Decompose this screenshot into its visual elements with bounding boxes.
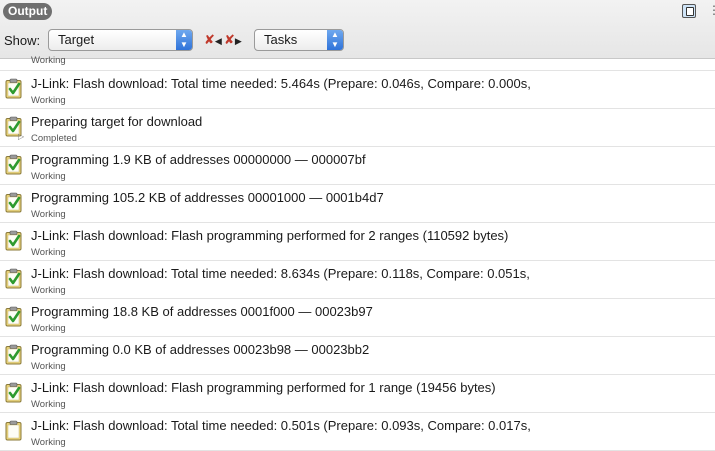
row-status: Working: [31, 437, 66, 448]
row-status: Working: [31, 209, 66, 220]
list-item[interactable]: J-Link: Flash download: Total time neede…: [0, 261, 715, 299]
clipboard-check-icon: [5, 78, 22, 99]
clipboard-check-icon: [5, 306, 22, 327]
row-title: Programming 18.8 KB of addresses 0001f00…: [31, 304, 373, 319]
target-select[interactable]: Target ▲ ▼: [48, 29, 193, 51]
list-item[interactable]: ▷ Preparing target for download Completed: [0, 109, 715, 147]
target-select-value: Target: [58, 32, 95, 47]
list-item[interactable]: Working: [0, 55, 715, 71]
row-status: Working: [31, 323, 66, 334]
show-label: Show:: [4, 33, 41, 48]
tasks-select[interactable]: Tasks ▲ ▼: [254, 29, 344, 51]
row-status: Completed: [31, 133, 77, 144]
row-status: Working: [31, 399, 66, 410]
select-arrows-icon: ▲ ▼: [176, 30, 192, 50]
row-status: Working: [31, 95, 66, 106]
clipboard-check-icon: [5, 154, 22, 175]
row-status: Working: [31, 285, 66, 296]
clipboard-check-icon: [5, 192, 22, 213]
row-title: Programming 105.2 KB of addresses 000010…: [31, 190, 384, 205]
row-title: J-Link: Flash download: Flash programmin…: [31, 228, 509, 243]
row-status: Working: [31, 55, 66, 66]
list-item[interactable]: Programming 0.0 KB of addresses 00023b98…: [0, 337, 715, 375]
row-title: J-Link: Flash download: Total time neede…: [31, 266, 530, 281]
row-status: Working: [31, 361, 66, 372]
row-title: J-Link: Flash download: Total time neede…: [31, 76, 531, 91]
clipboard-check-icon: [5, 382, 22, 403]
row-title: Preparing target for download: [31, 114, 203, 129]
output-tab[interactable]: Output: [3, 3, 53, 20]
row-status: Working: [31, 247, 66, 258]
output-toolbar: Output ⋮ Show: Target ▲ ▼ ✘◀ ✘▶ Tasks ▲ ▼: [0, 0, 715, 59]
list-item[interactable]: Programming 105.2 KB of addresses 000010…: [0, 185, 715, 223]
previous-error-icon[interactable]: ✘◀: [204, 32, 222, 48]
clipboard-icon: [5, 420, 22, 441]
list-item[interactable]: J-Link: Flash download: Total time neede…: [0, 413, 715, 451]
clipboard-check-icon: [5, 268, 22, 289]
row-title: J-Link: Flash download: Flash programmin…: [31, 380, 496, 395]
row-status: Working: [31, 171, 66, 182]
list-item[interactable]: Programming 18.8 KB of addresses 0001f00…: [0, 299, 715, 337]
tasks-select-value: Tasks: [264, 32, 298, 47]
list-item[interactable]: Programming 1.9 KB of addresses 00000000…: [0, 147, 715, 185]
list-item[interactable]: J-Link: Flash download: Flash programmin…: [0, 223, 715, 261]
row-title: Programming 1.9 KB of addresses 00000000…: [31, 152, 366, 167]
disclosure-triangle-icon[interactable]: ▷: [18, 132, 24, 141]
list-item[interactable]: J-Link: Flash download: Total time neede…: [0, 71, 715, 109]
clipboard-check-icon: [5, 230, 22, 251]
list-item[interactable]: J-Link: Flash download: Flash programmin…: [0, 375, 715, 413]
clipboard-check-icon: [5, 344, 22, 365]
log-list: Working J-Link: Flash download: Total ti…: [0, 55, 715, 451]
select-arrows-icon: ▲ ▼: [327, 30, 343, 50]
row-title: Programming 0.0 KB of addresses 00023b98…: [31, 342, 370, 357]
next-error-icon[interactable]: ✘▶: [224, 32, 242, 48]
kebab-icon[interactable]: ⋮: [708, 4, 715, 16]
panel-layout-icon[interactable]: [682, 4, 696, 18]
row-title: J-Link: Flash download: Total time neede…: [31, 418, 531, 433]
